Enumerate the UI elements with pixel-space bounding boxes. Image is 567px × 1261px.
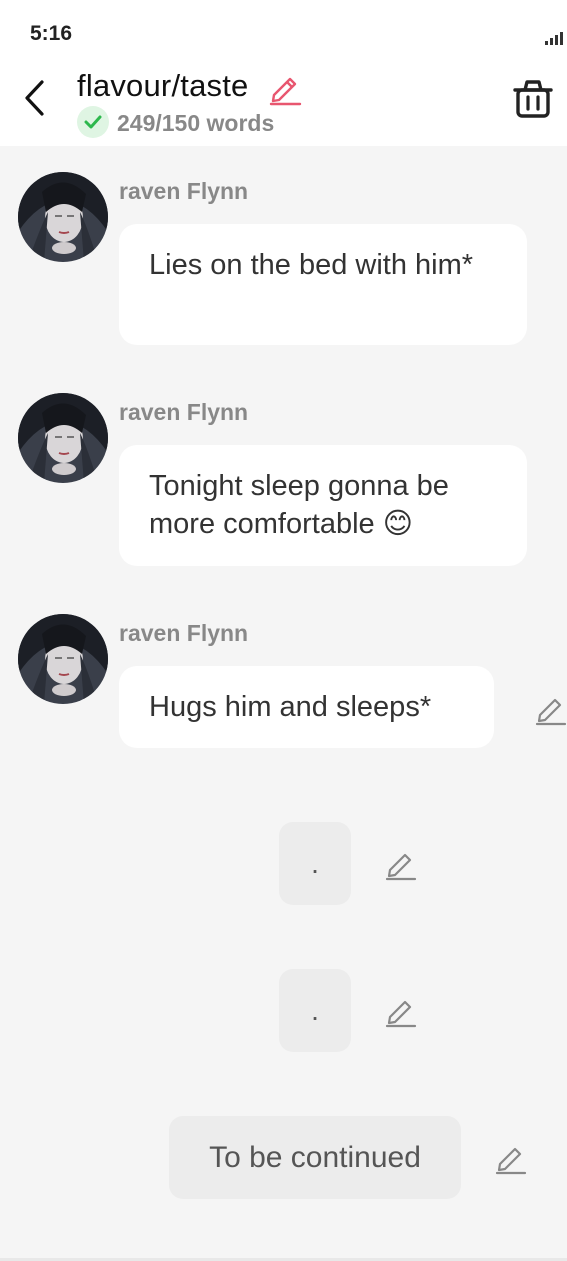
signal-icon bbox=[545, 32, 563, 45]
user-message-bubble: . bbox=[279, 969, 351, 1052]
avatar[interactable] bbox=[18, 614, 108, 704]
back-button[interactable] bbox=[16, 76, 52, 120]
user-message-bubble: To be continued bbox=[169, 1116, 461, 1199]
message-bubble: Tonight sleep gonna be more comfortable … bbox=[119, 445, 527, 566]
word-count: 249/150 words bbox=[117, 110, 275, 136]
avatar[interactable] bbox=[18, 172, 108, 262]
user-message-bubble: . bbox=[279, 822, 351, 905]
edit-message-icon[interactable] bbox=[533, 690, 567, 726]
page-title: flavour/taste bbox=[77, 68, 249, 103]
avatar[interactable] bbox=[18, 393, 108, 483]
sender-name: raven Flynn bbox=[119, 620, 249, 646]
edit-message-icon[interactable] bbox=[493, 1139, 529, 1175]
edit-message-icon[interactable] bbox=[383, 992, 419, 1028]
edit-title-icon[interactable] bbox=[266, 68, 304, 106]
message-bubble: Hugs him and sleeps* bbox=[119, 666, 494, 748]
sender-name: raven Flynn bbox=[119, 399, 249, 425]
edit-message-icon[interactable] bbox=[383, 845, 419, 881]
sender-name: raven Flynn bbox=[119, 178, 249, 204]
chat-header: flavour/taste 249/150 words bbox=[0, 62, 567, 146]
trash-icon[interactable] bbox=[513, 78, 553, 120]
check-icon bbox=[77, 106, 109, 138]
status-bar: 5:16 bbox=[0, 0, 567, 62]
message-bubble: Lies on the bed with him* bbox=[119, 224, 527, 345]
status-time: 5:16 bbox=[30, 22, 73, 45]
chevron-left-icon bbox=[25, 80, 44, 116]
